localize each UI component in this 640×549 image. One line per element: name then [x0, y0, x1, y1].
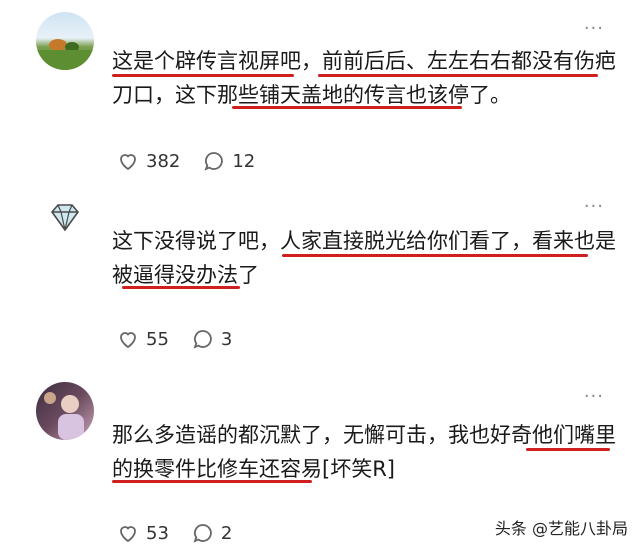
- heart-icon: [120, 332, 136, 349]
- highlight-underline: [122, 286, 240, 289]
- comment-text: 那么多造谣的都沉默了，无懈可击，我也好奇他们嘴里 的换零件比修车还容易[坏笑R]: [112, 418, 616, 486]
- more-options-button[interactable]: ···: [584, 198, 604, 216]
- comment-actions: 53 2: [116, 520, 254, 546]
- reply-count: 12: [232, 150, 256, 172]
- comment-actions: 55 3: [116, 326, 254, 352]
- photo-avatar-image: [44, 392, 84, 440]
- comment-line: 的换零件比修车还容易[坏笑R]: [112, 457, 395, 481]
- landscape-avatar-image: [36, 39, 94, 70]
- diamond-icon: [50, 204, 80, 232]
- comment-actions: 382 12: [116, 148, 277, 174]
- heart-icon: [120, 154, 136, 171]
- highlight-underline: [112, 74, 294, 77]
- watermark-text: 头条 @艺能八卦局: [494, 519, 628, 538]
- highlight-underline: [526, 448, 610, 451]
- highlight-underline: [112, 480, 312, 483]
- like-button[interactable]: 55: [116, 327, 169, 351]
- comment-line: 这是个辟传言视屏吧，前前后后、左左右右都没有伤疤: [112, 49, 616, 73]
- like-count: 382: [146, 150, 181, 172]
- reply-count: 3: [220, 328, 233, 350]
- comment-bubble-icon: [193, 330, 212, 349]
- avatar[interactable]: [36, 12, 94, 70]
- comment-text: 这下没得说了吧，人家直接脱光给你们看了，看来也是 被逼得没办法了: [112, 224, 616, 292]
- like-button[interactable]: 382: [116, 149, 180, 173]
- comment-line: 这下没得说了吧，人家直接脱光给你们看了，看来也是: [112, 229, 616, 253]
- reply-button[interactable]: 12: [202, 149, 255, 173]
- watermark: 头条 @艺能八卦局: [495, 515, 628, 539]
- highlight-underline: [282, 254, 588, 257]
- highlight-underline: [318, 74, 598, 77]
- comment-line: 被逼得没办法了: [112, 263, 259, 287]
- comment-line: 刀口，这下那些铺天盖地的传言也该停了。: [112, 83, 511, 107]
- more-options-button[interactable]: ···: [584, 20, 604, 38]
- heart-icon: [120, 526, 136, 543]
- more-options-button[interactable]: ···: [584, 388, 604, 406]
- avatar[interactable]: [36, 382, 94, 440]
- comment-text: 这是个辟传言视屏吧，前前后后、左左右右都没有伤疤 刀口，这下那些铺天盖地的传言也…: [112, 44, 616, 112]
- comment-line: 那么多造谣的都沉默了，无懈可击，我也好奇他们嘴里: [112, 423, 616, 447]
- like-count: 55: [146, 328, 169, 350]
- comment-bubble-icon: [204, 152, 224, 171]
- comment-bubble-icon: [193, 524, 212, 543]
- reply-button[interactable]: 2: [191, 521, 232, 545]
- reply-count: 2: [220, 522, 233, 544]
- like-count: 53: [146, 522, 169, 544]
- reply-button[interactable]: 3: [191, 327, 232, 351]
- avatar[interactable]: [36, 190, 94, 248]
- like-button[interactable]: 53: [116, 521, 169, 545]
- highlight-underline: [232, 106, 462, 109]
